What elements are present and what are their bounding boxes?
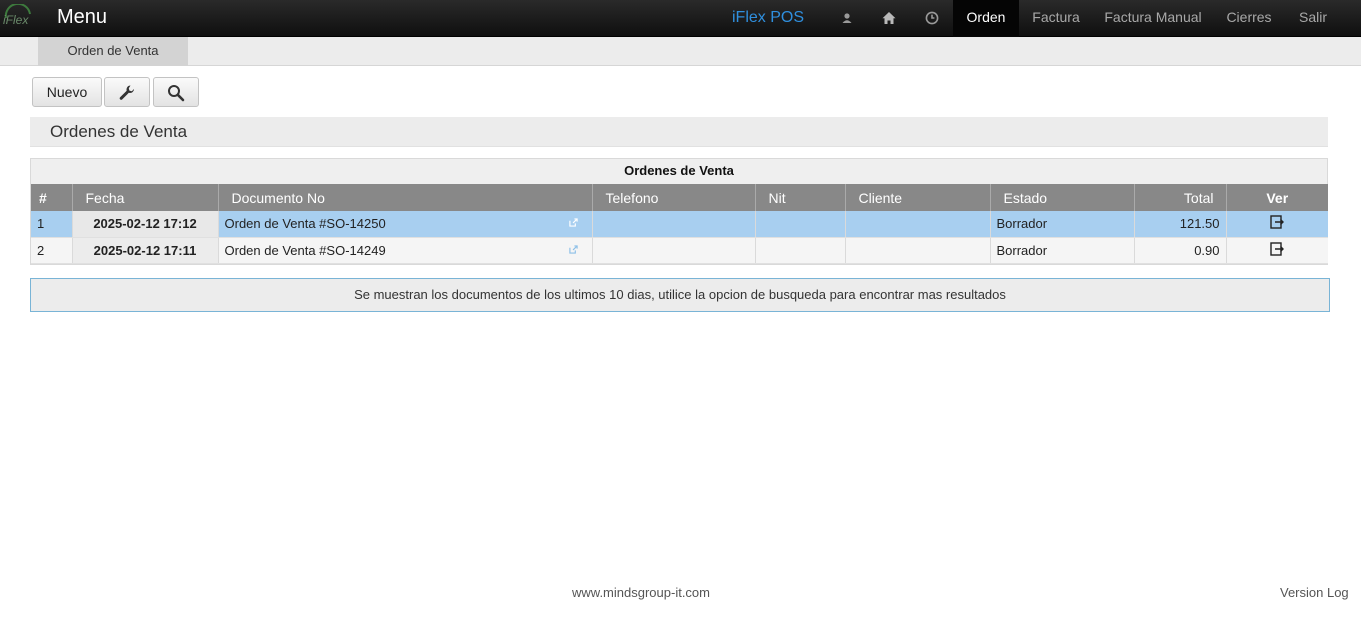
row-fecha: 2025-02-12 17:11 bbox=[72, 237, 219, 264]
nav-factura-manual[interactable]: Factura Manual bbox=[1093, 0, 1213, 37]
table-row[interactable]: 1 2025-02-12 17:12 Orden de Venta #SO-14… bbox=[31, 211, 1328, 238]
external-link-icon[interactable] bbox=[568, 218, 578, 227]
row-ver[interactable] bbox=[1226, 211, 1328, 238]
row-nit bbox=[755, 211, 846, 238]
brand-link[interactable]: iFlex POS bbox=[732, 9, 804, 27]
col-header-num[interactable]: # bbox=[31, 184, 73, 211]
row-number: 1 bbox=[31, 211, 73, 238]
row-cliente bbox=[845, 237, 991, 264]
row-total: 0.90 bbox=[1134, 237, 1227, 264]
documento-text: Orden de Venta #SO-14250 bbox=[224, 216, 386, 232]
external-link-icon[interactable] bbox=[568, 244, 578, 254]
col-header-fecha[interactable]: Fecha bbox=[72, 184, 219, 211]
row-estado: Borrador bbox=[990, 211, 1135, 238]
row-ver[interactable] bbox=[1226, 237, 1328, 264]
col-header-ver: Ver bbox=[1226, 184, 1328, 211]
col-header-telefono[interactable]: Telefono bbox=[592, 184, 756, 211]
row-total: 121.50 bbox=[1134, 211, 1227, 238]
col-header-documento[interactable]: Documento No bbox=[218, 184, 593, 211]
col-header-total[interactable]: Total bbox=[1134, 184, 1227, 211]
documento-text: Orden de Venta #SO-14249 bbox=[224, 242, 386, 258]
sub-navbar: Orden de Venta bbox=[0, 37, 1361, 66]
clock-icon[interactable] bbox=[924, 10, 940, 26]
orders-table: Ordenes de Venta # Fecha Documento No Te… bbox=[30, 158, 1328, 265]
search-button[interactable] bbox=[153, 77, 199, 107]
nav-factura[interactable]: Factura bbox=[1019, 0, 1093, 37]
menu-button[interactable]: Menu bbox=[57, 6, 107, 29]
row-fecha: 2025-02-12 17:12 bbox=[72, 211, 219, 238]
version-log-link[interactable]: Version Log bbox=[1280, 585, 1349, 600]
row-telefono bbox=[592, 237, 756, 264]
row-estado: Borrador bbox=[990, 237, 1135, 264]
row-telefono bbox=[592, 211, 756, 238]
iflex-logo[interactable]: iFlex bbox=[2, 2, 34, 32]
nav-cierres[interactable]: Cierres bbox=[1213, 0, 1285, 37]
table-header-row: # Fecha Documento No Telefono Nit Client… bbox=[31, 184, 1328, 211]
top-navbar: iFlex Menu iFlex POS Orden Factura Factu… bbox=[0, 0, 1361, 37]
col-header-nit[interactable]: Nit bbox=[755, 184, 846, 211]
settings-button[interactable] bbox=[104, 77, 150, 107]
tab-orden-de-venta[interactable]: Orden de Venta bbox=[38, 37, 188, 66]
row-documento[interactable]: Orden de Venta #SO-14249 bbox=[218, 237, 593, 264]
col-header-estado[interactable]: Estado bbox=[990, 184, 1135, 211]
section-header: Ordenes de Venta bbox=[30, 117, 1328, 147]
page-title: Ordenes de Venta bbox=[50, 122, 188, 141]
wrench-icon bbox=[119, 85, 134, 100]
open-document-icon[interactable] bbox=[1270, 241, 1285, 256]
nav-orden[interactable]: Orden bbox=[953, 0, 1019, 37]
info-message: Se muestran los documentos de los ultimo… bbox=[30, 278, 1330, 312]
row-number: 2 bbox=[31, 237, 73, 264]
search-icon bbox=[168, 85, 185, 102]
nav-salir[interactable]: Salir bbox=[1285, 0, 1341, 37]
open-document-icon[interactable] bbox=[1270, 215, 1285, 229]
table-caption: Ordenes de Venta bbox=[31, 159, 1327, 184]
col-header-cliente[interactable]: Cliente bbox=[845, 184, 991, 211]
row-cliente bbox=[845, 211, 991, 238]
website-link[interactable]: www.mindsgroup-it.com bbox=[572, 585, 710, 600]
row-nit bbox=[755, 237, 846, 264]
logo-text: iFlex bbox=[3, 13, 29, 27]
new-button[interactable]: Nuevo bbox=[32, 77, 102, 107]
row-documento[interactable]: Orden de Venta #SO-14250 bbox=[218, 211, 593, 238]
home-icon[interactable] bbox=[881, 10, 897, 26]
table-row[interactable]: 2 2025-02-12 17:11 Orden de Venta #SO-14… bbox=[31, 237, 1328, 264]
user-icon[interactable] bbox=[839, 10, 855, 26]
